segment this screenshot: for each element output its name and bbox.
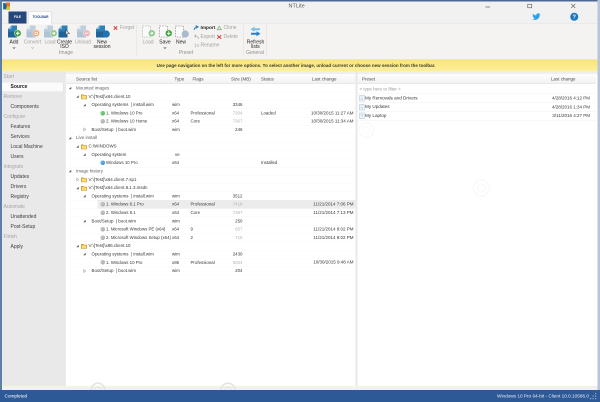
svg-text:?: ?: [573, 15, 576, 21]
